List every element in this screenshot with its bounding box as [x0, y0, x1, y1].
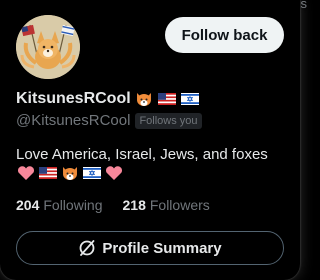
followers-count: 218 — [122, 197, 146, 213]
pink-heart-emoji-icon — [106, 166, 122, 180]
us-flag-emoji-icon — [157, 93, 176, 105]
grok-slash-icon — [79, 240, 95, 256]
bio-emoji-row — [16, 165, 124, 181]
profile-hover-card: Follow back KitsunesRCool @KitsunesRCool… — [0, 0, 300, 280]
profile-summary-label: Profile Summary — [102, 239, 222, 257]
display-name-row[interactable]: KitsunesRCool — [16, 90, 200, 108]
follow-stats: 204 Following 218 Followers — [16, 197, 210, 213]
us-flag-emoji-icon — [39, 167, 57, 179]
fox-emoji-icon — [136, 93, 151, 106]
fox-flags-avatar-image — [16, 15, 80, 79]
follows-you-badge: Follows you — [135, 112, 202, 129]
follow-back-button[interactable]: Follow back — [165, 17, 284, 53]
profile-summary-button[interactable]: Profile Summary — [16, 231, 284, 265]
handle-row: @KitsunesRCool Follows you — [16, 112, 202, 129]
pink-heart-emoji-icon — [18, 166, 34, 180]
followers-label: Followers — [149, 197, 210, 213]
bio: Love America, Israel, Jews, and foxes — [16, 146, 268, 163]
handle[interactable]: @KitsunesRCool — [16, 112, 130, 129]
israel-flag-emoji-icon — [83, 167, 101, 179]
following-stat[interactable]: 204 Following — [16, 197, 103, 213]
israel-flag-emoji-icon — [180, 93, 199, 105]
display-name[interactable]: KitsunesRCool — [16, 90, 131, 108]
avatar[interactable] — [16, 15, 80, 79]
following-count: 204 — [16, 197, 40, 213]
followers-stat[interactable]: 218 Followers — [123, 197, 210, 213]
following-label: Following — [43, 197, 103, 213]
fox-emoji-icon — [63, 167, 77, 180]
